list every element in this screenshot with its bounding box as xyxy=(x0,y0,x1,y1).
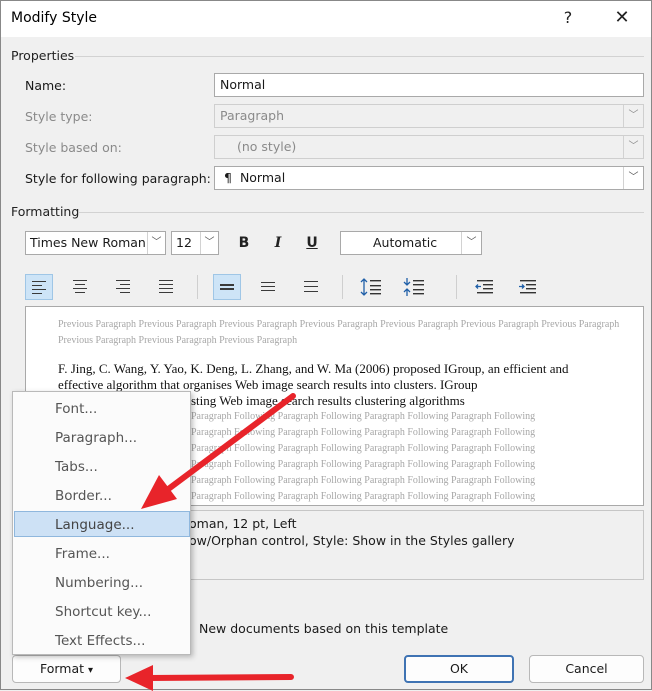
increase-paragraph-spacing-button[interactable] xyxy=(357,274,385,300)
close-button[interactable]: ✕ xyxy=(609,4,635,32)
caret-down-icon: ▾ xyxy=(88,665,94,676)
formatting-section-label: Formatting xyxy=(11,204,80,219)
formatting-divider xyxy=(79,212,644,213)
pilcrow-icon: ¶ xyxy=(224,170,232,185)
format-menu: Font... Paragraph... Tabs... Border... L… xyxy=(12,391,191,655)
menu-item-tabs[interactable]: Tabs... xyxy=(14,454,190,480)
align-left-icon xyxy=(32,281,48,295)
menu-item-border[interactable]: Border... xyxy=(14,483,190,509)
justify-button[interactable] xyxy=(153,274,181,300)
dialog-title: Modify Style xyxy=(11,10,98,26)
arrow-to-format xyxy=(125,665,294,691)
preview-sample-tail: sting Web image search results clusterin… xyxy=(191,393,465,408)
preview-following-line: Paragraph Following Paragraph Following … xyxy=(191,427,536,438)
style-type-select[interactable]: Paragraph ﹀ xyxy=(214,104,644,128)
menu-item-text-effects[interactable]: Text Effects... xyxy=(14,628,190,654)
menu-item-paragraph[interactable]: Paragraph... xyxy=(14,425,190,451)
increase-indent-button[interactable] xyxy=(514,274,542,300)
toolbar-divider xyxy=(197,275,198,299)
name-label: Name: xyxy=(25,78,67,93)
chevron-down-icon: ﹀ xyxy=(200,232,218,254)
toolbar-divider xyxy=(342,275,343,299)
italic-button[interactable]: I xyxy=(266,232,290,254)
menu-item-shortcut-key[interactable]: Shortcut key... xyxy=(14,599,190,625)
based-on-value: (no style) xyxy=(237,139,297,154)
align-left-button[interactable] xyxy=(25,274,53,300)
preview-following-line: Paragraph Following Paragraph Following … xyxy=(191,475,536,486)
double-spacing-icon xyxy=(304,281,320,295)
align-center-button[interactable] xyxy=(67,274,95,300)
name-input-value: Normal xyxy=(220,77,266,92)
preview-previous-paragraph: Previous Paragraph Previous Paragraph Pr… xyxy=(58,319,620,346)
based-on-label: Style based on: xyxy=(25,140,122,155)
new-documents-template-option[interactable]: New documents based on this template xyxy=(199,621,448,636)
font-color-value: Automatic xyxy=(373,235,438,250)
font-size-value: 12 xyxy=(176,235,192,250)
preview-sample-text: F. Jing, C. Wang, Y. Yao, K. Deng, L. Zh… xyxy=(58,361,569,392)
following-style-value: Normal xyxy=(239,170,286,185)
menu-item-frame[interactable]: Frame... xyxy=(14,541,190,567)
preview-following-line: Paragraph Following Paragraph Following … xyxy=(191,491,536,502)
bold-button[interactable]: B xyxy=(232,232,256,254)
one-half-spacing-icon xyxy=(261,282,277,296)
decrease-indent-icon xyxy=(475,280,493,294)
name-input[interactable]: Normal xyxy=(214,73,644,97)
align-right-button[interactable] xyxy=(110,274,138,300)
ok-button[interactable]: OK xyxy=(404,655,514,683)
chevron-down-icon: ﹀ xyxy=(461,232,481,254)
modify-style-dialog: Modify Style ? ✕ Properties Name: Normal… xyxy=(0,0,652,691)
menu-item-language[interactable]: Language... xyxy=(14,511,190,537)
font-select[interactable]: Times New Roman ﹀ xyxy=(25,231,166,255)
one-half-spacing-button[interactable] xyxy=(255,274,283,300)
decrease-indent-button[interactable] xyxy=(471,274,499,300)
cancel-button[interactable]: Cancel xyxy=(529,655,644,683)
help-button[interactable]: ? xyxy=(557,4,579,32)
preview-following-line: Paragraph Following Paragraph Following … xyxy=(191,443,536,454)
preview-following-line: Paragraph Following Paragraph Following … xyxy=(191,459,536,470)
chevron-down-icon: ﹀ xyxy=(623,105,643,127)
underline-button[interactable]: U xyxy=(300,232,324,254)
menu-item-numbering[interactable]: Numbering... xyxy=(14,570,190,596)
increase-indent-icon xyxy=(519,280,536,294)
chevron-down-icon: ﹀ xyxy=(623,136,643,158)
font-value: Times New Roman xyxy=(30,235,146,250)
following-style-label: Style for following paragraph: xyxy=(25,171,211,186)
chevron-down-icon: ﹀ xyxy=(147,232,165,254)
double-spacing-button[interactable] xyxy=(298,274,326,300)
single-spacing-icon xyxy=(220,284,236,298)
properties-divider xyxy=(75,56,644,57)
style-type-value: Paragraph xyxy=(220,108,285,123)
format-button-label: Format xyxy=(39,661,85,676)
format-button[interactable]: Format ▾ xyxy=(12,655,121,683)
paragraph-spacing-down-icon xyxy=(403,278,424,296)
font-size-select[interactable]: 12 ﹀ xyxy=(171,231,219,255)
decrease-paragraph-spacing-button[interactable] xyxy=(400,274,428,300)
style-type-label: Style type: xyxy=(25,109,93,124)
preview-following-line: Paragraph Following Paragraph Following … xyxy=(191,411,536,422)
following-style-select[interactable]: ¶ Normal ﹀ xyxy=(214,166,644,190)
align-center-icon xyxy=(73,280,89,294)
menu-item-font[interactable]: Font... xyxy=(14,396,190,422)
single-spacing-button[interactable] xyxy=(213,274,241,300)
title-bar: Modify Style ? ✕ xyxy=(1,1,651,37)
toolbar-divider xyxy=(456,275,457,299)
justify-icon xyxy=(159,280,175,294)
based-on-select[interactable]: (no style) ﹀ xyxy=(214,135,644,159)
font-color-select[interactable]: Automatic ﹀ xyxy=(340,231,482,255)
align-right-icon xyxy=(116,280,132,294)
chevron-down-icon: ﹀ xyxy=(623,167,643,189)
paragraph-spacing-up-icon xyxy=(360,278,381,296)
properties-section-label: Properties xyxy=(11,48,75,63)
